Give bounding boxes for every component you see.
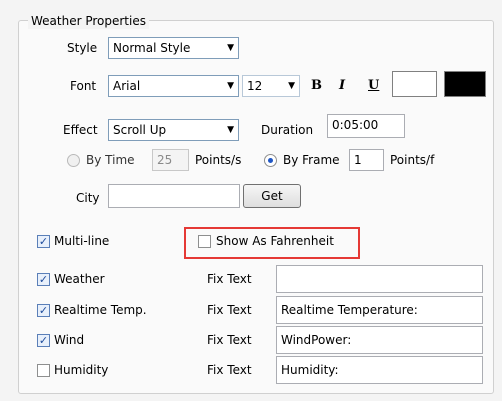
city-input[interactable] (108, 184, 240, 208)
multiline-label: Multi-line (54, 234, 110, 248)
bold-button[interactable]: B (311, 78, 322, 93)
style-value: Normal Style (113, 41, 191, 55)
fix-text-label: Fix Text (207, 303, 252, 317)
style-select[interactable]: Normal Style ▼ (108, 37, 239, 59)
by-frame-input[interactable]: 1 (349, 149, 384, 171)
effect-value: Scroll Up (113, 123, 167, 137)
underline-button[interactable]: U (368, 78, 379, 93)
effect-select[interactable]: Scroll Up ▼ (108, 119, 239, 141)
multiline-checkbox[interactable]: ✓ (37, 235, 50, 248)
chevron-down-icon: ▼ (227, 81, 234, 91)
realtime-temp-checkbox[interactable]: ✓ (37, 304, 50, 317)
by-frame-radio[interactable] (264, 154, 277, 167)
duration-input[interactable]: 0:05:00 (327, 114, 405, 138)
city-label: City (76, 191, 100, 205)
wind-checkbox[interactable]: ✓ (37, 334, 50, 347)
italic-button[interactable]: I (339, 78, 345, 93)
wind-label: Wind (54, 333, 85, 347)
font-family-value: Arial (113, 79, 141, 93)
weather-label: Weather (54, 272, 105, 286)
chevron-down-icon: ▼ (227, 125, 234, 135)
fahrenheit-checkbox[interactable] (198, 235, 211, 248)
group-title: Weather Properties (28, 13, 149, 29)
by-time-radio[interactable] (67, 154, 80, 167)
font-family-select[interactable]: Arial ▼ (108, 75, 239, 97)
duration-label: Duration (261, 123, 314, 137)
humidity-label: Humidity (54, 363, 109, 377)
fahrenheit-label: Show As Fahrenheit (216, 234, 334, 248)
fore-color-swatch[interactable] (392, 71, 437, 97)
effect-label: Effect (63, 123, 98, 137)
by-time-input[interactable]: 25 (152, 149, 189, 171)
weather-checkbox[interactable]: ✓ (37, 273, 50, 286)
chevron-down-icon: ▼ (288, 81, 295, 91)
font-label: Font (70, 79, 97, 93)
by-time-unit: Points/s (195, 153, 242, 167)
weather-fix-text-input[interactable] (276, 265, 483, 293)
by-frame-label: By Frame (283, 153, 340, 167)
realtime-temp-fix-text-input[interactable]: Realtime Temperature: (276, 296, 483, 324)
back-color-swatch[interactable] (444, 71, 486, 97)
get-button[interactable]: Get (243, 184, 301, 208)
realtime-temp-label: Realtime Temp. (54, 303, 147, 317)
fix-text-label: Fix Text (207, 363, 252, 377)
wind-fix-text-input[interactable]: WindPower: (276, 326, 483, 354)
fix-text-label: Fix Text (207, 333, 252, 347)
style-label: Style (67, 41, 98, 55)
font-size-value: 12 (247, 79, 263, 93)
by-time-label: By Time (86, 153, 135, 167)
chevron-down-icon: ▼ (227, 43, 234, 53)
humidity-fix-text-input[interactable]: Humidity: (276, 356, 483, 384)
font-size-select[interactable]: 12 ▼ (242, 75, 300, 97)
fix-text-label: Fix Text (207, 272, 252, 286)
humidity-checkbox[interactable] (37, 364, 50, 377)
by-frame-unit: Points/f (390, 153, 435, 167)
